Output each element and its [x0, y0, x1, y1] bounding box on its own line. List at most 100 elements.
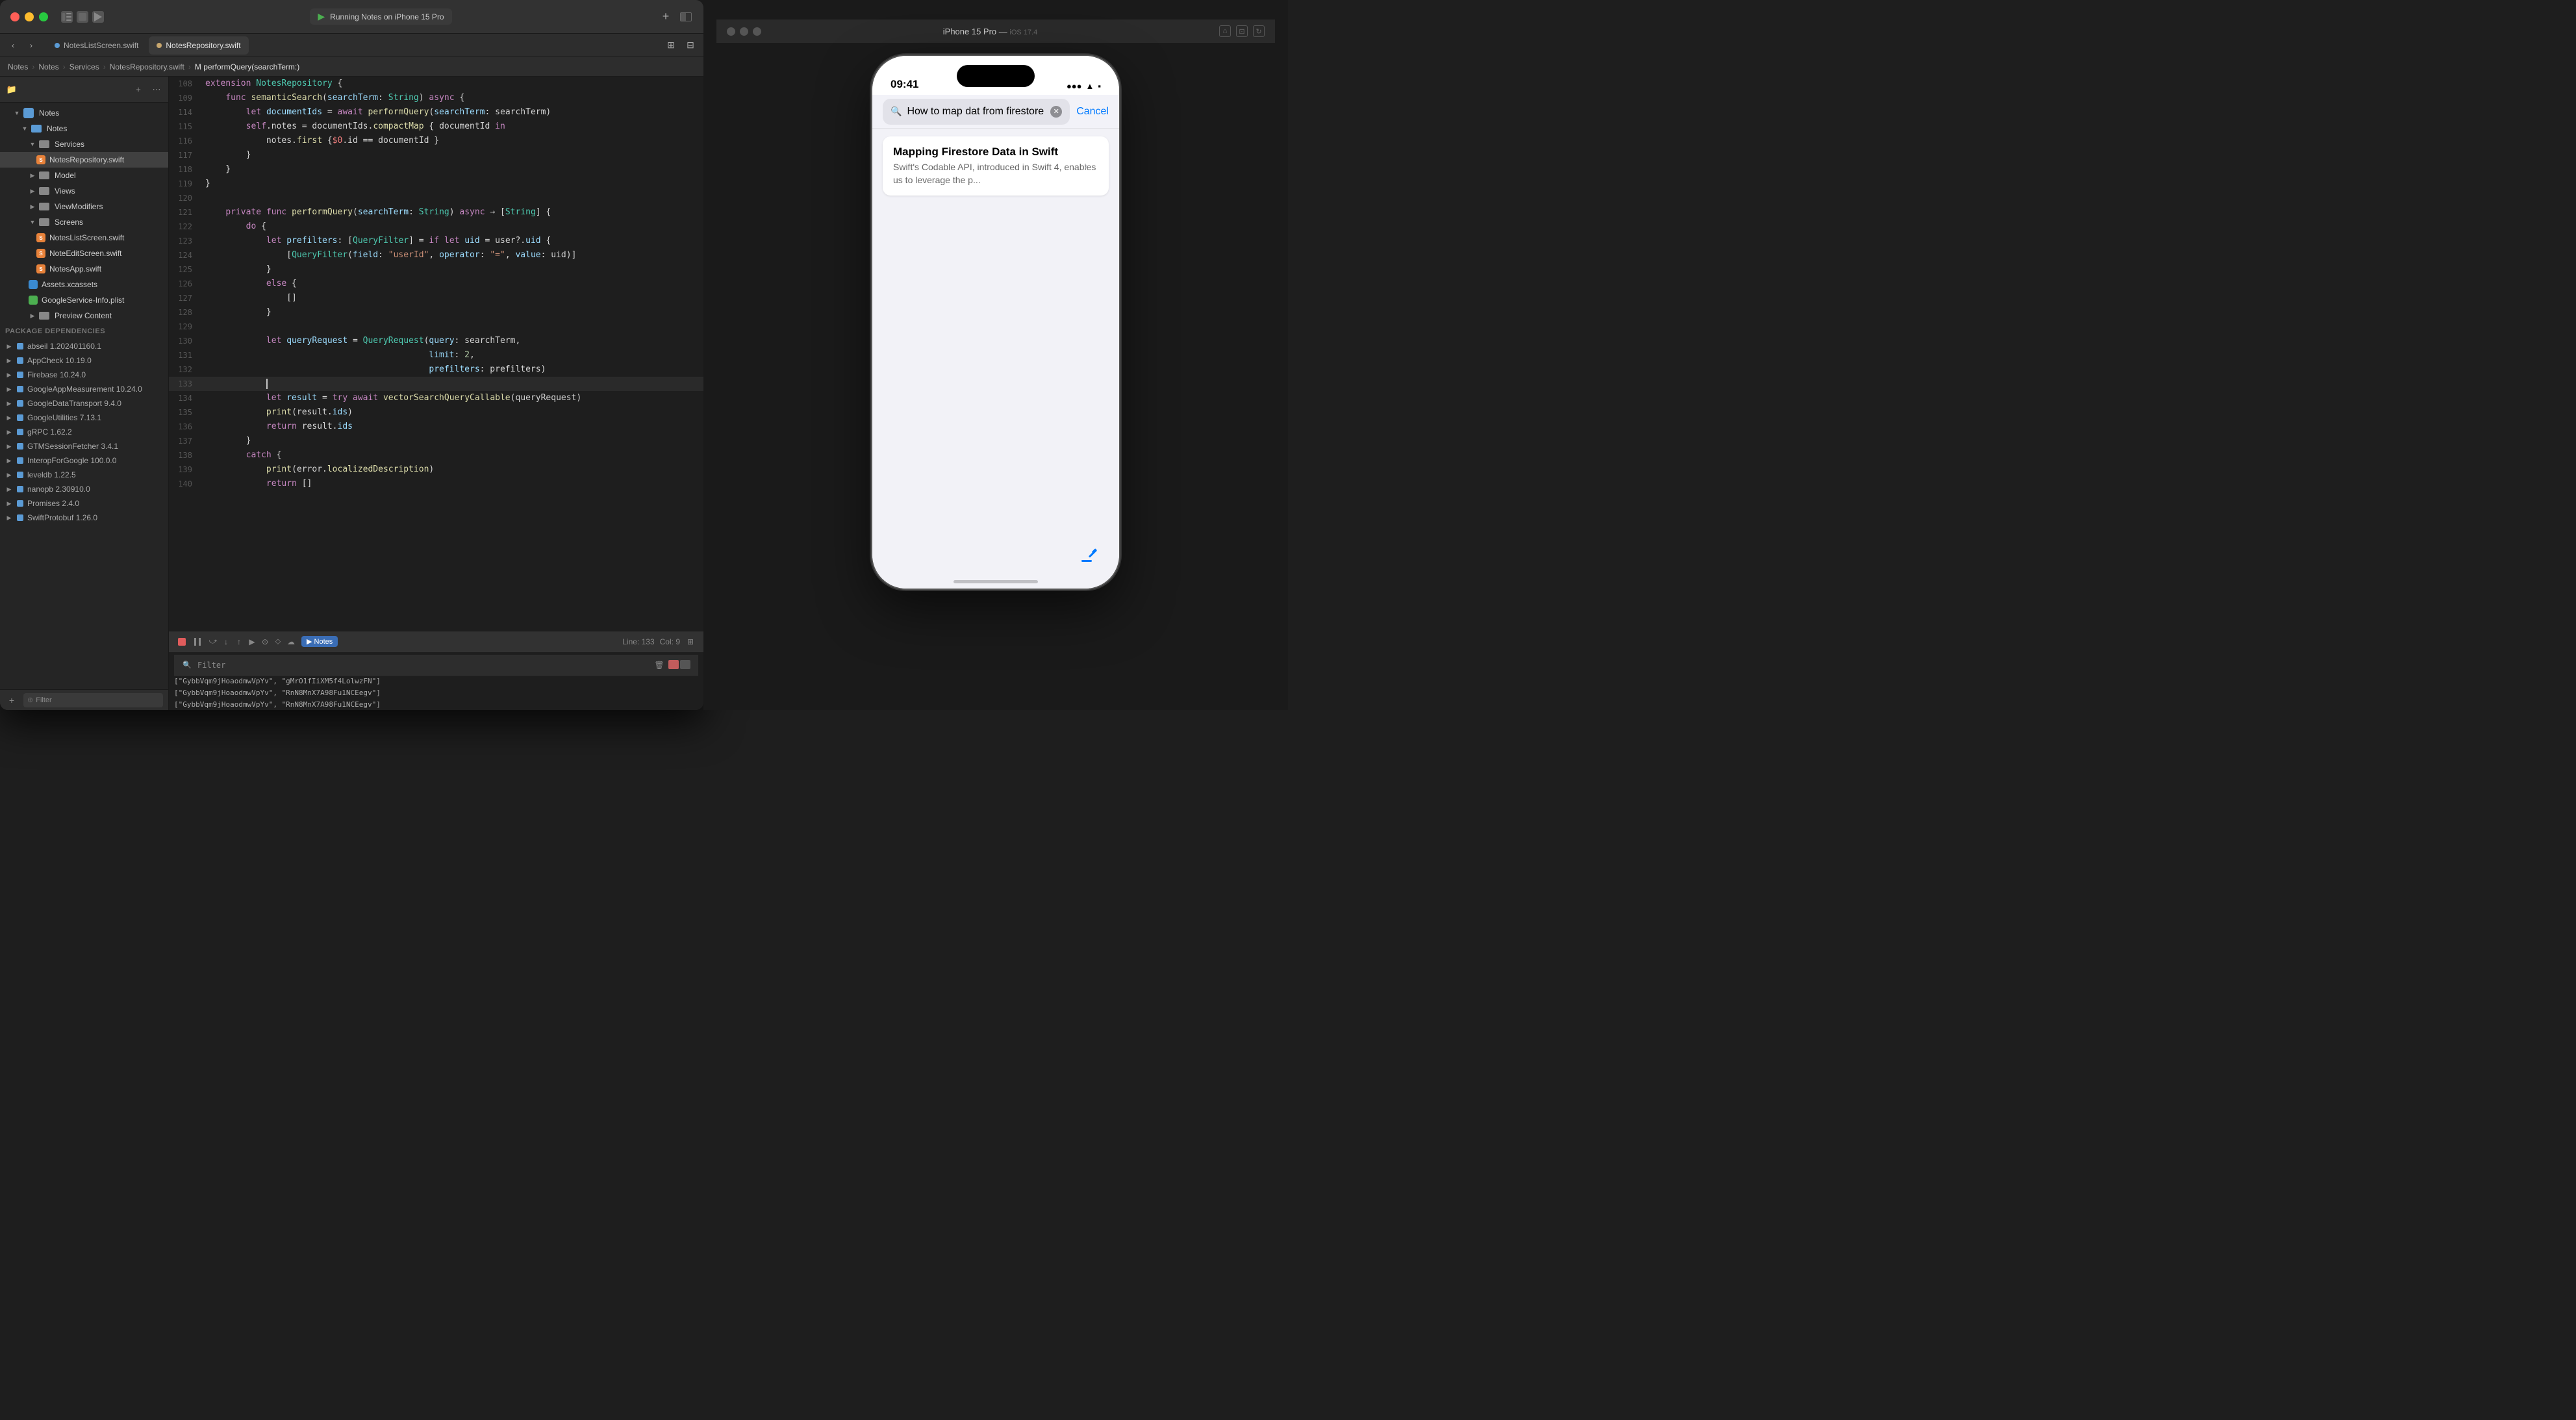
- filter-label: Filter: [36, 696, 51, 704]
- ios-wifi-icon: ▲: [1086, 81, 1094, 91]
- code-area[interactable]: 108 extension NotesRepository { 109 func…: [169, 77, 703, 631]
- layout-icon[interactable]: ⊞: [685, 637, 696, 647]
- continue-icon[interactable]: ▶: [247, 637, 257, 647]
- ios-result-chevron-icon: ›: [1085, 160, 1088, 172]
- sidebar-bottom: + ⊕ Filter: [0, 689, 168, 710]
- sidebar-item-notes-folder[interactable]: Notes: [0, 121, 168, 136]
- sidebar-item-noteeditscreen[interactable]: S NoteEditScreen.swift: [0, 246, 168, 261]
- close-button[interactable]: [10, 12, 19, 21]
- pause-icon[interactable]: [192, 637, 203, 647]
- dep-googleutilities[interactable]: GoogleUtilities 7.13.1: [0, 411, 168, 425]
- dep-googleappmeasurement[interactable]: GoogleAppMeasurement 10.24.0: [0, 382, 168, 396]
- dep-appcheck[interactable]: AppCheck 10.19.0: [0, 353, 168, 368]
- sidebar-item-assets[interactable]: Assets.xcassets: [0, 277, 168, 292]
- trash-icon[interactable]: 🗑: [654, 660, 664, 670]
- ios-cancel-button[interactable]: Cancel: [1076, 106, 1109, 118]
- editor-tabs: ‹ › NotesListScreen.swift NotesRepositor…: [0, 34, 703, 57]
- split-editor-icon[interactable]: [680, 12, 692, 21]
- ios-search-clear-btn[interactable]: ✕: [1050, 106, 1062, 118]
- swift-icon-noteedit: S: [36, 249, 45, 258]
- play-icon[interactable]: [92, 11, 104, 23]
- tab-notelistscreen[interactable]: NotesListScreen.swift: [47, 36, 146, 55]
- debug-icon2[interactable]: ⊙: [260, 637, 270, 647]
- sidebar-item-notesapp[interactable]: S NotesApp.swift: [0, 261, 168, 277]
- add-icon[interactable]: +: [658, 9, 674, 25]
- dep-grpc[interactable]: gRPC 1.62.2: [0, 425, 168, 439]
- dep-label-googleutilities: GoogleUtilities 7.13.1: [27, 413, 101, 422]
- xcassets-icon: [29, 280, 38, 289]
- sim-rotate-icon[interactable]: ↻: [1253, 25, 1265, 37]
- dep-firebase[interactable]: Firebase 10.24.0: [0, 368, 168, 382]
- code-line-137: 137 }: [169, 434, 703, 448]
- tab-notesrepository[interactable]: NotesRepository.swift: [149, 36, 248, 55]
- file-icon[interactable]: 📁: [5, 83, 18, 96]
- sim-screenshot-icon[interactable]: ⊡: [1236, 25, 1248, 37]
- breadcrumb-notes[interactable]: Notes: [8, 62, 28, 71]
- sort-icon[interactable]: ⋯: [150, 83, 163, 96]
- console-line-3: ["GybbVqm9jHoaodmwVpYv", "RnN8MnX7A98Fu1…: [174, 699, 698, 710]
- forward-icon[interactable]: ›: [23, 38, 39, 53]
- ios-compose-button[interactable]: [1075, 540, 1104, 569]
- sim-maximize[interactable]: [753, 27, 761, 36]
- maximize-button[interactable]: [39, 12, 48, 21]
- sidebar-item-model[interactable]: Model: [0, 168, 168, 183]
- step-into-icon[interactable]: ↓: [221, 637, 231, 647]
- arrow-views: [29, 187, 36, 195]
- split-right-icon[interactable]: ⊞: [663, 38, 679, 53]
- breadcrumb-notes2[interactable]: Notes: [38, 62, 58, 71]
- step-out-icon[interactable]: ↑: [234, 637, 244, 647]
- inspect-icon[interactable]: ⊟: [683, 38, 698, 53]
- code-line-119: 119 }: [169, 177, 703, 191]
- stop-icon[interactable]: [77, 11, 88, 23]
- dep-promises[interactable]: Promises 2.4.0: [0, 496, 168, 511]
- dep-swiftprotobuf[interactable]: SwiftProtobuf 1.26.0: [0, 511, 168, 525]
- code-line-133: 133: [169, 377, 703, 391]
- step-over-icon[interactable]: ⤻: [208, 637, 218, 647]
- sidebar-item-googleservice[interactable]: GoogleService-Info.plist: [0, 292, 168, 308]
- minimize-button[interactable]: [25, 12, 34, 21]
- ios-search-bar[interactable]: 🔍 How to map dat from firestore ✕: [883, 99, 1070, 125]
- sidebar-item-noteslistscreen[interactable]: S NotesListScreen.swift: [0, 230, 168, 246]
- sim-titlebar: iPhone 15 Pro — iOS 17.4 ⌂ ⊡ ↻: [716, 19, 1275, 43]
- sim-close[interactable]: [727, 27, 735, 36]
- ios-result-card[interactable]: Mapping Firestore Data in Swift Swift's …: [883, 136, 1109, 196]
- filter-sidebar-icon[interactable]: +: [132, 83, 145, 96]
- code-line-139: 139 print(error.localizedDescription): [169, 463, 703, 477]
- sidebar-item-services[interactable]: Services: [0, 136, 168, 152]
- sidebar-item-screens[interactable]: Screens: [0, 214, 168, 230]
- dep-googledatatransport[interactable]: GoogleDataTransport 9.4.0: [0, 396, 168, 411]
- memory-icon[interactable]: ⬦: [273, 637, 283, 647]
- arrow-abseil: [5, 342, 13, 350]
- code-line-128: 128 }: [169, 305, 703, 320]
- console-filter-icon[interactable]: 🔍: [182, 660, 192, 670]
- dep-nanopb[interactable]: nanopb 2.30910.0: [0, 482, 168, 496]
- sidebar-toggle-icon[interactable]: [61, 11, 73, 23]
- breadcrumb-file[interactable]: NotesRepository.swift: [110, 62, 184, 71]
- sidebar-header: 📁 + ⋯: [0, 77, 168, 103]
- code-line-118: 118 }: [169, 162, 703, 177]
- back-icon[interactable]: ‹: [5, 38, 21, 53]
- code-line-138: 138 catch {: [169, 448, 703, 463]
- sidebar-item-views[interactable]: Views: [0, 183, 168, 199]
- sidebar-item-notesrepository[interactable]: S NotesRepository.swift: [0, 152, 168, 168]
- sim-minimize[interactable]: [740, 27, 748, 36]
- dep-leveldb[interactable]: leveldb 1.22.5: [0, 468, 168, 482]
- dep-gtmsessionfetcher[interactable]: GTMSessionFetcher 3.4.1: [0, 439, 168, 453]
- add-bottom-icon[interactable]: +: [5, 694, 18, 707]
- sidebar-item-notes-root[interactable]: Notes: [0, 105, 168, 121]
- breadcrumb-method[interactable]: M performQuery(searchTerm:): [195, 62, 299, 71]
- dep-interopforgoogle[interactable]: InteropForGoogle 100.0.0: [0, 453, 168, 468]
- sidebar-item-viewmodifiers[interactable]: ViewModifiers: [0, 199, 168, 214]
- code-line-108: 108 extension NotesRepository {: [169, 77, 703, 91]
- sim-home-icon[interactable]: ⌂: [1219, 25, 1231, 37]
- stop-debug-icon[interactable]: [177, 637, 187, 647]
- dep-abseil[interactable]: abseil 1.202401160.1: [0, 339, 168, 353]
- console-line-1: ["GybbVqm9jHoaodmwVpYv", "gMrO1fIiXM5f4L…: [174, 676, 698, 687]
- sidebar-item-preview[interactable]: Preview Content: [0, 308, 168, 323]
- sim-device-name: iPhone 15 Pro: [943, 27, 996, 36]
- swift-icon-notesrepo: S: [36, 155, 45, 164]
- environment-icon[interactable]: ☁: [286, 637, 296, 647]
- breadcrumb-services[interactable]: Services: [69, 62, 99, 71]
- dep-icon-swiftprotobuf: [17, 514, 23, 521]
- sim-titlebar-icons: ⌂ ⊡ ↻: [1219, 25, 1265, 37]
